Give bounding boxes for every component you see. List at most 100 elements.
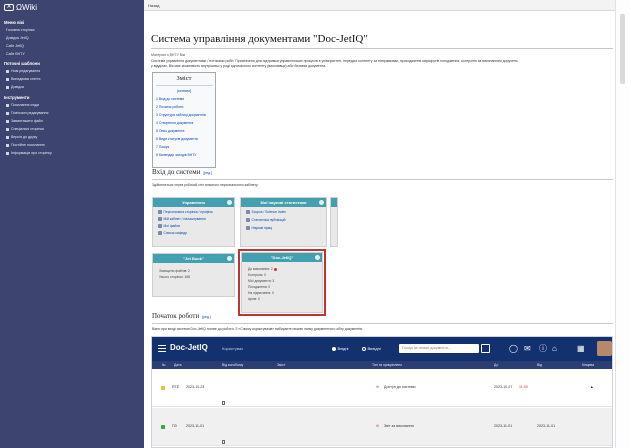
page-scrollbar[interactable] — [615, 0, 629, 448]
section-start-note: Вікно при вході системи Doc-JetIQ готове… — [152, 327, 363, 331]
edit-link[interactable]: [ред.] — [202, 315, 211, 319]
attachment-icon[interactable]: ✉ — [376, 385, 379, 389]
user-icon[interactable]: ◯ — [509, 345, 518, 353]
help-icon[interactable]: ⓘ — [539, 345, 547, 353]
help-icon — [6, 85, 9, 89]
section-divider — [152, 323, 613, 324]
card-management: Управління Персональна сторінка / профіл… — [152, 197, 235, 247]
row-to-date: 2023-11-01 — [537, 424, 556, 428]
logo-text: ΩWiki — [16, 3, 38, 12]
menu-icon[interactable] — [158, 345, 166, 352]
card-statistics-header[interactable]: Мої наукові статистики — [241, 198, 326, 207]
page-subtitle: Матеріал з ВНТУ Вікі — [151, 53, 186, 57]
sidebar-item-main[interactable]: Головна сторінка — [6, 28, 35, 32]
toc-item[interactable]: 4 Створення документа — [156, 121, 193, 125]
app-search-input[interactable]: Пошук за темою документа... — [399, 344, 479, 353]
card-statistics-row[interactable]: Наукові праці — [246, 226, 272, 230]
profile-icon — [158, 210, 162, 214]
col-header[interactable]: Від кого/Кому — [222, 363, 243, 367]
radio-incoming[interactable]: Вхідні — [332, 346, 348, 351]
card-partial-header[interactable] — [331, 198, 337, 207]
toc-item[interactable]: 3 Структура таблиці документів — [156, 113, 206, 117]
toc-item[interactable]: 8 Календар заходів ВНТУ — [156, 153, 196, 157]
card-management-row[interactable]: Мій кабінет / налаштування — [158, 217, 206, 221]
card-management-row[interactable]: Персональна сторінка / профіль — [158, 210, 213, 214]
col-header[interactable]: Кінцева — [582, 363, 594, 367]
card-partial — [330, 197, 338, 247]
row-due-date: 2023-11-01 — [494, 424, 513, 428]
sidebar-item-site-jetiq[interactable]: Сайт JetIQ — [6, 44, 24, 48]
jetbook-line: Усього сторінок: 168 — [159, 275, 190, 279]
files-icon — [158, 224, 162, 228]
expand-icon[interactable] — [227, 256, 232, 261]
expand-icon[interactable] — [227, 200, 232, 205]
table-of-contents: Зміст [сховати] 1 Вхід до системи 2 Поча… — [152, 72, 216, 168]
card-statistics-row[interactable]: Статистика публікацій — [246, 218, 285, 222]
sidebar-item-help-jetiq[interactable]: Довідка JetIQ — [6, 36, 29, 40]
wiki-sidebar: A ΩWiki Меню вікі Головна сторінка Довід… — [0, 0, 144, 448]
page-title: Система управління документами "Doc-JetI… — [151, 33, 368, 45]
card-jetbook-header[interactable]: "Jet Book" — [153, 254, 234, 263]
logo-mark: A — [4, 4, 14, 11]
table-row[interactable]: ПЗ 2023-11-01 ✉ Звіт за виконання 2023-1… — [152, 408, 612, 446]
col-header[interactable]: Від — [537, 363, 542, 367]
toc-item[interactable]: 2 Початок роботи — [156, 105, 183, 109]
toc-item[interactable]: 6 Види статусів документа — [156, 137, 198, 141]
col-header[interactable]: Тип та прикріплено — [372, 363, 402, 367]
edit-link[interactable]: [ред.] — [203, 171, 212, 175]
toc-divider — [156, 85, 213, 86]
sidebar-item-upload-file[interactable]: Завантажити файл — [6, 119, 43, 123]
intro-line: у відділах. Вік має можливість внутрішнь… — [151, 64, 327, 68]
jetbook-line: Захищено файлів: 2 — [159, 269, 190, 273]
sidebar-item-page-info[interactable]: Інформація про сторінку — [6, 151, 52, 155]
row-due-time: 11:00 — [519, 385, 528, 389]
card-management-row[interactable]: Список кафедр — [158, 231, 187, 235]
sidebar-section-tools: Інструменти — [4, 95, 30, 100]
sidebar-item-site-vntu[interactable]: Сайт ВНТУ — [6, 52, 25, 56]
sidebar-item-special-pages[interactable]: Спеціальні сторінки — [6, 127, 44, 131]
row-text[interactable]: Доступ до системи — [384, 385, 415, 389]
toc-item[interactable]: 7 Пошук — [156, 145, 169, 149]
row-flag-icon[interactable]: ▲ — [590, 385, 594, 389]
card-statistics-row[interactable]: Scopus / Science Index — [246, 210, 286, 214]
toc-item[interactable]: 1 Вхід до системи — [156, 97, 184, 101]
col-header[interactable]: № — [162, 363, 166, 367]
attachment-icon[interactable]: ✉ — [376, 424, 379, 428]
sidebar-item-links-here[interactable]: Посилання сюди — [6, 103, 39, 107]
col-header[interactable]: Зміст — [277, 363, 285, 367]
expand-icon[interactable] — [319, 200, 324, 205]
recent-changes-icon — [6, 69, 9, 73]
intro-text: Система управління документами / потокам… — [151, 59, 613, 69]
col-header[interactable]: До — [494, 363, 498, 367]
col-header[interactable]: Дата — [174, 363, 182, 367]
sidebar-item-recent-changes[interactable]: Нові редагування — [6, 69, 40, 73]
wiki-logo[interactable]: A ΩWiki — [4, 3, 37, 12]
special-pages-icon — [6, 127, 9, 131]
sidebar-item-print-version[interactable]: Версія до друку — [6, 135, 37, 139]
title-divider — [151, 48, 613, 49]
article-content: Система управління документами "Doc-JetI… — [144, 11, 615, 448]
card-management-header[interactable]: Управління — [153, 198, 234, 207]
toc-toggle[interactable]: [сховати] — [153, 89, 215, 93]
avatar[interactable] — [597, 341, 612, 356]
row-text[interactable]: Звіт за виконання — [384, 424, 414, 428]
mail-icon[interactable]: ✉ — [524, 345, 531, 353]
permalink-icon — [6, 143, 9, 147]
home-icon[interactable]: ⌂ — [552, 345, 557, 353]
sidebar-item-random-article[interactable]: Випадкова стаття — [6, 77, 40, 81]
print-icon — [6, 135, 9, 139]
row-number: RTE — [172, 385, 180, 389]
card-management-row[interactable]: Мої файли — [158, 224, 180, 228]
scrollbar-thumb[interactable] — [620, 14, 625, 84]
back-link[interactable]: Назад — [148, 3, 159, 8]
toc-item[interactable]: 5 Опис документа — [156, 129, 184, 133]
radio-outgoing[interactable]: Вихідні — [362, 346, 381, 351]
papers-icon — [246, 226, 250, 230]
sidebar-item-related-changes[interactable]: Пов'язані редагування — [6, 111, 48, 115]
search-button[interactable] — [481, 344, 490, 353]
calendar-icon[interactable]: ▦ — [577, 345, 585, 353]
table-row[interactable]: RTE 2023-10-24 ✉ Доступ до системи 2023-… — [152, 369, 612, 407]
sidebar-item-permanent-link[interactable]: Постійне посилання — [6, 143, 45, 147]
sidebar-item-help[interactable]: Довідка — [6, 85, 24, 89]
app-brand[interactable]: Doc-JetIQ — [170, 343, 208, 352]
